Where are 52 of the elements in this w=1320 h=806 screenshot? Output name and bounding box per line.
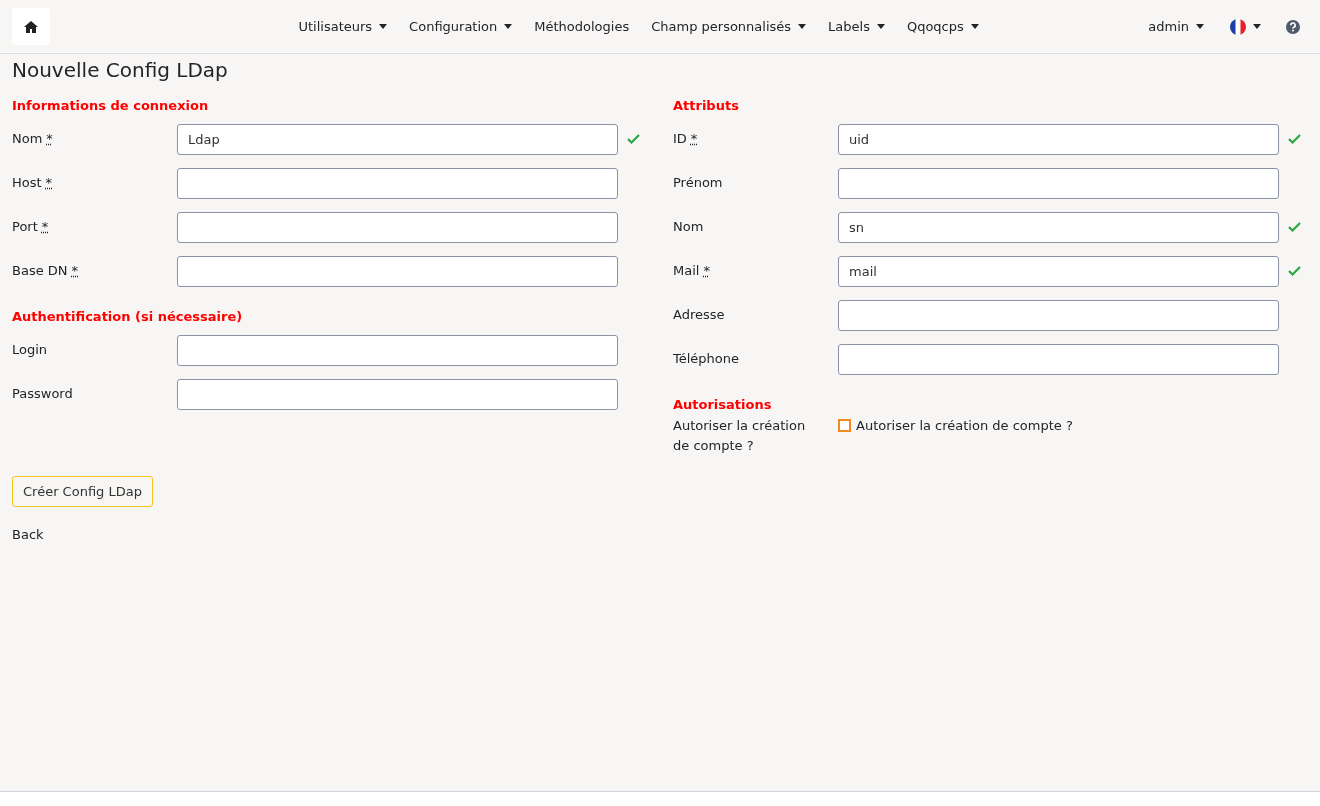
input-field[interactable] [177, 167, 618, 199]
caret-icon [970, 24, 979, 29]
french-flag-icon [1230, 18, 1246, 35]
caret-icon [1196, 24, 1204, 29]
nav-menu-item[interactable]: Labels [817, 19, 896, 34]
input-field[interactable]: mail [838, 255, 1279, 287]
section-heading: Autorisations [673, 397, 773, 412]
input-field[interactable] [177, 255, 618, 287]
input-field[interactable]: sn [838, 211, 1279, 243]
create-button[interactable]: Créer Config LDap [12, 476, 153, 507]
field-label: Autoriser la création de compte ? [673, 417, 807, 455]
nav-menu-item[interactable]: Configuration [398, 19, 524, 34]
caret-icon [1253, 24, 1261, 29]
field-label: Nom * [12, 130, 54, 148]
help-icon[interactable] [1286, 19, 1300, 34]
home-icon [24, 20, 38, 33]
checkbox-label[interactable]: Autoriser la création de compte ? [856, 418, 1073, 433]
checkbox[interactable] [838, 419, 851, 432]
caret-icon [876, 24, 885, 29]
field-label: Password [12, 385, 74, 403]
field-label: ID * [673, 130, 699, 148]
field-label: Login [12, 341, 49, 359]
nav-menu-item[interactable]: Champ personnalisés [640, 19, 818, 34]
caret-icon [379, 24, 388, 29]
password-field[interactable] [177, 378, 618, 410]
input-field[interactable] [177, 334, 618, 366]
home-button[interactable] [12, 8, 50, 45]
field-label: Téléphone [673, 350, 741, 368]
page-title: Nouvelle Config LDap [12, 58, 229, 82]
caret-icon [798, 24, 807, 29]
back-link[interactable]: Back [12, 527, 44, 542]
input-field[interactable] [838, 167, 1279, 199]
input-field[interactable]: uid [838, 123, 1279, 155]
input-field[interactable] [838, 343, 1279, 375]
nav-menu-item[interactable]: Méthodologies [523, 19, 641, 34]
section-heading: Attributs [673, 98, 740, 113]
section-heading: Informations de connexion [12, 98, 210, 113]
field-label: Port * [12, 218, 50, 236]
nav-menu-item[interactable]: Utilisateurs [287, 19, 399, 34]
caret-icon [504, 24, 513, 29]
field-label: Nom [673, 218, 705, 236]
field-label: Adresse [673, 306, 726, 324]
section-heading: Authentification (si nécessaire) [12, 309, 244, 324]
user-menu[interactable]: admin [1137, 19, 1215, 34]
nav-menu-item[interactable]: Qqoqcps [895, 19, 990, 34]
field-label: Base DN * [12, 262, 80, 280]
input-field[interactable] [838, 299, 1279, 331]
field-label: Prénom [673, 174, 724, 192]
field-label: Mail * [673, 262, 711, 280]
input-field[interactable] [177, 211, 618, 243]
field-label: Host * [12, 174, 54, 192]
input-field[interactable]: Ldap [177, 123, 618, 155]
